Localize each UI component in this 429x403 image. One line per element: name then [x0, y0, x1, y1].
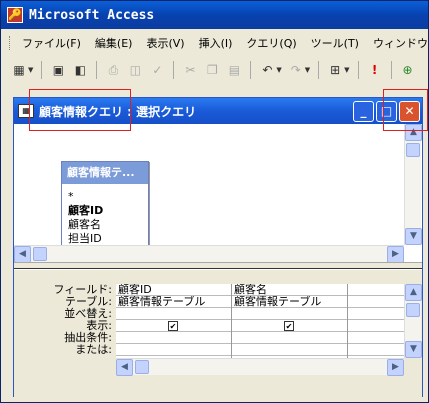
- show-cell: ✔: [116, 320, 231, 332]
- query-type-dropdown-icon[interactable]: ▼: [344, 66, 349, 74]
- criteria-cell[interactable]: [116, 332, 231, 344]
- field-item-customer-name[interactable]: 顧客名: [68, 218, 148, 232]
- pane-splitter[interactable]: [14, 262, 422, 269]
- menu-insert[interactable]: 挿入(I): [193, 35, 241, 51]
- copy-icon[interactable]: ❐: [202, 60, 222, 80]
- show-checkbox[interactable]: ✔: [168, 321, 178, 331]
- toolbar-separator: [357, 61, 359, 79]
- grid-column: 顧客ID 顧客情報テーブル ✔: [116, 284, 232, 358]
- table-cell[interactable]: 顧客情報テーブル: [116, 296, 231, 308]
- row-label-or: または:: [75, 343, 112, 356]
- sort-cell[interactable]: [232, 308, 347, 320]
- print-preview-icon[interactable]: ◫: [125, 60, 145, 80]
- design-grid-area: フィールド: テーブル: 並べ替え: 表示: 抽出条件: または: 顧客ID 顧…: [14, 270, 422, 397]
- paste-icon[interactable]: ▤: [224, 60, 244, 80]
- grid-column-empty: [348, 284, 406, 358]
- show-checkbox[interactable]: ✔: [284, 321, 294, 331]
- scroll-left-icon[interactable]: ◀: [14, 246, 31, 263]
- annotation-highlight-buttons: [383, 89, 428, 131]
- undo-icon[interactable]: ↶: [257, 60, 277, 80]
- save-icon[interactable]: ▣: [48, 60, 68, 80]
- show-table-icon[interactable]: ⊕: [398, 60, 418, 80]
- menu-file[interactable]: ファイル(F): [16, 35, 89, 51]
- sort-cell[interactable]: [116, 308, 231, 320]
- table-cell[interactable]: [348, 296, 406, 308]
- show-cell: ✔: [232, 320, 347, 332]
- or-cell[interactable]: [348, 344, 406, 356]
- redo-icon[interactable]: ↷: [286, 60, 306, 80]
- minimize-button[interactable]: _: [353, 101, 374, 122]
- title-bar: 🔑 Microsoft Access: [1, 1, 428, 29]
- table-cell[interactable]: 顧客情報テーブル: [232, 296, 347, 308]
- criteria-cell[interactable]: [232, 332, 347, 344]
- sort-cell[interactable]: [348, 308, 406, 320]
- access-window: 🔑 Microsoft Access ファイル(F) 編集(E) 表示(V) 挿…: [0, 0, 429, 403]
- scroll-left-icon[interactable]: ◀: [116, 359, 133, 376]
- scroll-thumb[interactable]: [406, 143, 420, 157]
- toolbar: ▦ ▼ ▣ ◧ ⎙ ◫ ✓ ✂ ❐ ▤ ↶ ▼ ↷ ▼ ⊞ ▼ ! ⊕: [1, 55, 428, 85]
- grid-row-labels: フィールド: テーブル: 並べ替え: 表示: 抽出条件: または:: [14, 284, 114, 356]
- scroll-right-icon[interactable]: ▶: [387, 359, 404, 376]
- field-item-staff-id[interactable]: 担当ID: [68, 232, 148, 246]
- design-grid: 顧客ID 顧客情報テーブル ✔ 顧客名 顧客情報テーブル ✔: [116, 284, 406, 358]
- or-cell[interactable]: [116, 344, 231, 356]
- toolbar-separator: [41, 61, 43, 79]
- search-icon[interactable]: ◧: [70, 60, 90, 80]
- field-item-customer-id[interactable]: 顧客ID: [68, 204, 148, 218]
- toolbar-separator: [96, 61, 98, 79]
- scroll-down-icon[interactable]: ▼: [405, 341, 422, 358]
- field-cell[interactable]: 顧客ID: [116, 284, 231, 296]
- menu-grip: [9, 36, 10, 50]
- scroll-up-icon[interactable]: ▲: [405, 284, 422, 301]
- grid-horizontal-scrollbar[interactable]: ◀ ▶: [116, 358, 404, 376]
- scroll-thumb[interactable]: [406, 303, 420, 317]
- menu-window[interactable]: ウィンドウ(W): [367, 35, 429, 51]
- grid-vertical-scrollbar[interactable]: ▲ ▼: [404, 284, 422, 358]
- query-design-window: ▦ 顧客情報クエリ : 選択クエリ _ □ ✕ 顧客情報テ... * 顧客ID …: [13, 97, 423, 397]
- or-cell[interactable]: [232, 344, 347, 356]
- view-icon[interactable]: ▦: [9, 60, 29, 80]
- scroll-thumb[interactable]: [135, 360, 149, 374]
- menu-tools[interactable]: ツール(T): [305, 35, 367, 51]
- toolbar-separator: [250, 61, 252, 79]
- cut-icon[interactable]: ✂: [180, 60, 200, 80]
- run-icon[interactable]: !: [365, 60, 385, 80]
- criteria-cell[interactable]: [348, 332, 406, 344]
- scroll-right-icon[interactable]: ▶: [387, 246, 404, 263]
- scroll-down-icon[interactable]: ▼: [405, 228, 422, 245]
- field-item-all[interactable]: *: [68, 190, 148, 204]
- field-cell[interactable]: [348, 284, 406, 296]
- field-list: * 顧客ID 顧客名 担当ID: [62, 184, 148, 246]
- menu-edit[interactable]: 編集(E): [89, 35, 141, 51]
- app-title: Microsoft Access: [29, 7, 155, 23]
- redo-dropdown-icon[interactable]: ▼: [305, 66, 310, 74]
- toolbar-separator: [318, 61, 320, 79]
- upper-vertical-scrollbar[interactable]: ▲ ▼: [404, 124, 422, 245]
- query-type-icon[interactable]: ⊞: [325, 60, 345, 80]
- view-dropdown-icon[interactable]: ▼: [28, 66, 33, 74]
- field-list-title[interactable]: 顧客情報テ...: [62, 162, 148, 184]
- menu-query[interactable]: クエリ(Q): [240, 35, 304, 51]
- menu-bar: ファイル(F) 編集(E) 表示(V) 挿入(I) クエリ(Q) ツール(T) …: [1, 33, 429, 53]
- toolbar-separator: [173, 61, 175, 79]
- undo-dropdown-icon[interactable]: ▼: [276, 66, 281, 74]
- scroll-thumb[interactable]: [33, 247, 47, 261]
- table-area: 顧客情報テ... * 顧客ID 顧客名 担当ID ▲ ▼ ◀ ▶: [14, 124, 422, 263]
- spelling-icon[interactable]: ✓: [147, 60, 167, 80]
- field-cell[interactable]: 顧客名: [232, 284, 347, 296]
- grid-column: 顧客名 顧客情報テーブル ✔: [232, 284, 348, 358]
- annotation-highlight-title: [29, 89, 131, 131]
- access-key-icon: 🔑: [7, 7, 23, 23]
- menu-view[interactable]: 表示(V): [140, 35, 192, 51]
- toolbar-separator: [390, 61, 392, 79]
- show-cell[interactable]: [348, 320, 406, 332]
- field-list-table[interactable]: 顧客情報テ... * 顧客ID 顧客名 担当ID: [61, 161, 149, 253]
- print-icon[interactable]: ⎙: [103, 60, 123, 80]
- upper-horizontal-scrollbar[interactable]: ◀ ▶: [14, 245, 404, 263]
